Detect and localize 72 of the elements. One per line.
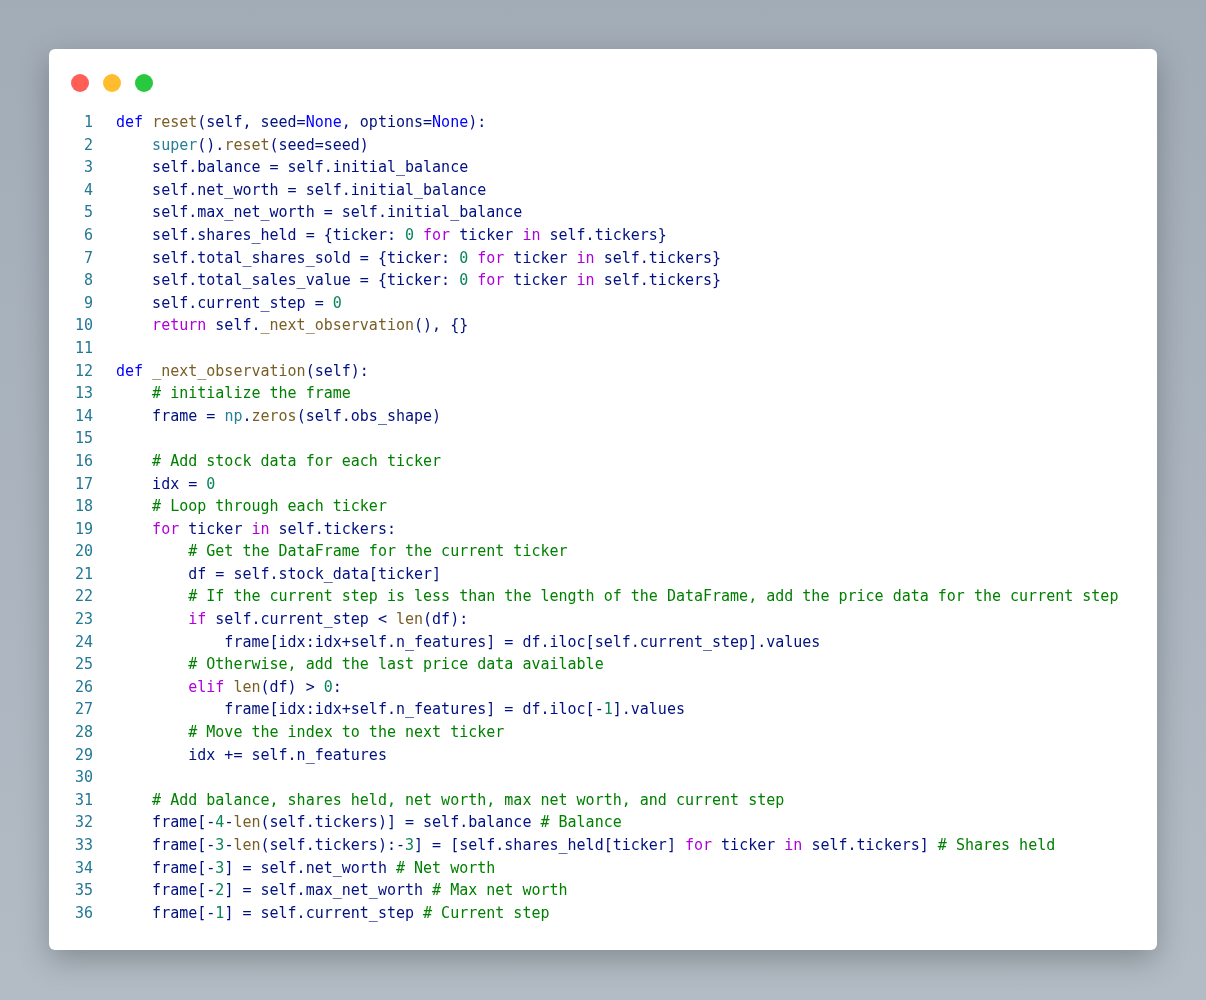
code-line: idx += self.n_features	[187, 744, 387, 766]
code-line: self.balance = self.initial_balance	[151, 157, 469, 179]
line-number: 15	[73, 428, 93, 450]
line-number: 16	[73, 450, 93, 472]
line-number: 8	[82, 270, 93, 292]
line-number: 20	[73, 541, 93, 563]
line-number: 17	[73, 473, 93, 495]
line-number: 11	[73, 337, 93, 359]
code-line: super().reset(seed=seed)	[151, 134, 369, 156]
code-line: for ticker in self.tickers:	[151, 518, 396, 540]
line-number: 34	[73, 857, 93, 879]
line-number: 2	[82, 134, 93, 156]
code-line: # Add stock data for each ticker	[151, 450, 442, 472]
line-number: 10	[73, 315, 93, 337]
line-number: 14	[73, 405, 93, 427]
code-line: frame[-3] = self.net_worth # Net worth	[151, 857, 496, 879]
code-line: df = self.stock_data[ticker]	[187, 563, 442, 585]
line-number: 1	[82, 112, 93, 133]
line-number: 22	[73, 586, 93, 608]
line-number: 30	[73, 767, 93, 789]
code-line: self.total_shares_sold = {ticker: 0 for ticker in self.tickers}	[151, 247, 722, 269]
line-number: 28	[73, 722, 93, 744]
window-close-icon[interactable]	[71, 74, 89, 92]
line-number: 3	[82, 157, 93, 179]
line-number: 4	[82, 179, 93, 201]
code-line: # If the current step is less than the length of the DataFrame, add the price data for the current step	[187, 586, 1119, 608]
line-number: 29	[73, 744, 93, 766]
code-line: frame[-3-len(self.tickers):-3] = [self.shares_held[ticker] for ticker in self.tickers] # Shares held	[151, 835, 1056, 856]
code-line: # Add balance, shares held, net worth, max net worth, and current step	[151, 789, 785, 811]
code-line: self.current_step = 0	[151, 292, 342, 314]
code-line: # Otherwise, add the last price data available	[187, 654, 604, 676]
line-number: 31	[73, 789, 93, 811]
line-number: 33	[73, 835, 93, 856]
line-number: 7	[82, 247, 93, 269]
window-zoom-icon[interactable]	[135, 74, 153, 92]
code-line: # initialize the frame	[151, 383, 351, 405]
line-number: 36	[73, 902, 93, 924]
line-number: 6	[82, 224, 93, 246]
code-line: frame[idx:idx+self.n_features] = df.iloc[self.current_step].values	[223, 631, 821, 653]
code-line: idx = 0	[151, 473, 216, 495]
code-line: def reset(self, seed=None, options=None):	[116, 112, 487, 133]
line-number: 24	[73, 631, 93, 653]
code-line: frame[-1] = self.current_step # Current step	[151, 902, 550, 924]
line-number: 21	[73, 563, 93, 585]
code-line: self.net_worth = self.initial_balance	[151, 179, 487, 201]
line-number: 23	[73, 609, 93, 631]
line-number: 18	[73, 496, 93, 518]
code-line: frame[-4-len(self.tickers)] = self.balance # Balance	[151, 812, 622, 834]
code-line: # Loop through each ticker	[151, 496, 387, 518]
line-number: 5	[82, 202, 93, 224]
line-number: 9	[82, 292, 93, 314]
code-line: # Get the DataFrame for the current ticker	[187, 541, 568, 563]
code-line: return self._next_observation(), {}	[151, 315, 469, 337]
line-number: 27	[73, 699, 93, 721]
line-number: 13	[73, 383, 93, 405]
code-line: def _next_observation(self):	[116, 360, 369, 382]
line-number: 35	[73, 880, 93, 902]
window-minimize-icon[interactable]	[103, 74, 121, 92]
code-line: self.max_net_worth = self.initial_balance	[151, 202, 523, 224]
line-number: 19	[73, 518, 93, 540]
code-line: elif len(df) > 0:	[187, 676, 342, 698]
line-number: 32	[73, 812, 93, 834]
line-number: 12	[73, 360, 93, 382]
code-line: frame = np.zeros(self.obs_shape)	[151, 405, 442, 427]
code-line: self.total_sales_value = {ticker: 0 for ticker in self.tickers}	[151, 270, 722, 292]
code-line: self.shares_held = {ticker: 0 for ticker in self.tickers}	[151, 224, 667, 246]
line-number: 26	[73, 676, 93, 698]
code-line: frame[idx:idx+self.n_features] = df.iloc[-1].values	[223, 699, 685, 721]
code-line: # Move the index to the next ticker	[187, 722, 505, 744]
code-line: if self.current_step < len(df):	[187, 609, 469, 631]
code-line: frame[-2] = self.max_net_worth # Max net worth	[151, 880, 568, 902]
line-number: 25	[73, 654, 93, 676]
